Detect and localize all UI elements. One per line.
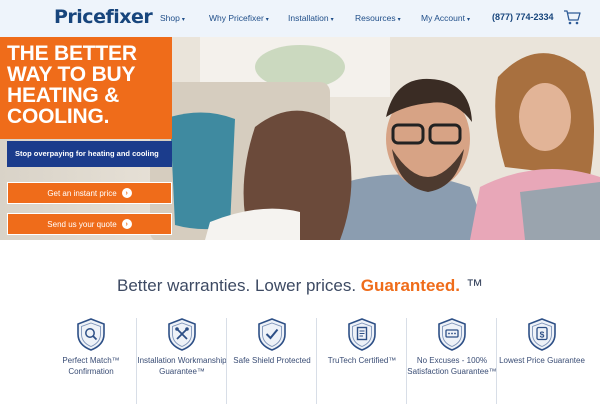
chevron-down-icon: ▾ (330, 17, 334, 23)
tagline-accent: Guaranteed. (360, 276, 460, 295)
top-navigation: Pricefixer Shop ▾ Why Pricefixer ▾ Install… (0, 0, 600, 37)
tagline: Better warranties. Lower prices. Guarant… (0, 276, 600, 296)
send-quote-label: Send us your quote (47, 219, 117, 229)
feature-no-excuses: No Excuses - 100% Satisfaction Guarantee… (406, 318, 497, 404)
nav-my-account[interactable]: My Account ▾ (421, 13, 470, 23)
hero-headline-line: HEATING & (7, 84, 120, 107)
nav-resources-label: Resources (355, 13, 396, 23)
feature-label: Lowest Price Guarantee (499, 356, 585, 365)
chevron-down-icon: ▾ (265, 17, 269, 23)
stars-shield-icon (438, 318, 466, 351)
hero-headline-line: WAY TO BUY (7, 63, 136, 86)
send-quote-button[interactable]: Send us your quote › (7, 213, 172, 235)
feature-label: No Excuses - 100% Satisfaction Guarantee… (407, 356, 497, 376)
check-shield-icon (258, 318, 286, 351)
certificate-shield-icon (348, 318, 376, 351)
feature-label: Installation Workmanship Guarantee™ (137, 356, 227, 376)
nav-installation-label: Installation (288, 13, 329, 23)
tagline-text: Better warranties. Lower prices. (117, 276, 357, 295)
arrow-right-icon: › (121, 219, 132, 229)
feature-trutech-certified: TruTech Certified™ (316, 318, 406, 404)
feature-perfect-match: Perfect Match™ Confirmation (46, 318, 136, 404)
feature-installation-guarantee: Installation Workmanship Guarantee™ (136, 318, 227, 404)
nav-shop[interactable]: Shop ▾ (160, 13, 185, 23)
feature-lowest-price: $ Lowest Price Guarantee (496, 318, 586, 404)
feature-safe-shield: Safe Shield Protected (226, 318, 316, 404)
svg-text:$: $ (540, 330, 545, 340)
nav-installation[interactable]: Installation ▾ (288, 13, 334, 23)
chevron-down-icon: ▾ (466, 17, 470, 23)
trademark-mark: ™ (465, 276, 483, 295)
tools-shield-icon (168, 318, 196, 351)
cart-icon[interactable] (563, 9, 581, 25)
chevron-down-icon: ▾ (181, 17, 185, 23)
get-instant-price-label: Get an instant price (47, 188, 117, 198)
feature-label: Safe Shield Protected (233, 356, 311, 365)
nav-resources[interactable]: Resources ▾ (355, 13, 401, 23)
get-instant-price-button[interactable]: Get an instant price › (7, 182, 172, 204)
phone-number-link[interactable]: (877) 774-2334 (492, 12, 554, 22)
arrow-right-icon: › (121, 188, 132, 198)
feature-list: Perfect Match™ Confirmation Installation… (46, 318, 588, 404)
hero-headline-line: THE BETTER (7, 42, 137, 65)
feature-label: Perfect Match™ Confirmation (62, 356, 120, 376)
hero-headline: THE BETTER WAY TO BUY HEATING & COOLING. (0, 37, 172, 139)
nav-why-pricefixer-label: Why Pricefixer (209, 13, 264, 23)
hero-headline-line: COOLING. (7, 105, 110, 128)
hero-subheading: Stop overpaying for heating and cooling (7, 141, 172, 167)
nav-why-pricefixer[interactable]: Why Pricefixer ▾ (209, 13, 269, 23)
feature-label: TruTech Certified™ (327, 356, 397, 365)
nav-my-account-label: My Account (421, 13, 465, 23)
magnifier-shield-icon (77, 318, 105, 351)
dollar-shield-icon: $ (528, 318, 556, 351)
nav-shop-label: Shop (160, 13, 180, 23)
hero-banner: THE BETTER WAY TO BUY HEATING & COOLING.… (0, 37, 600, 240)
logo[interactable]: Pricefixer (54, 6, 153, 28)
chevron-down-icon: ▾ (397, 17, 401, 23)
